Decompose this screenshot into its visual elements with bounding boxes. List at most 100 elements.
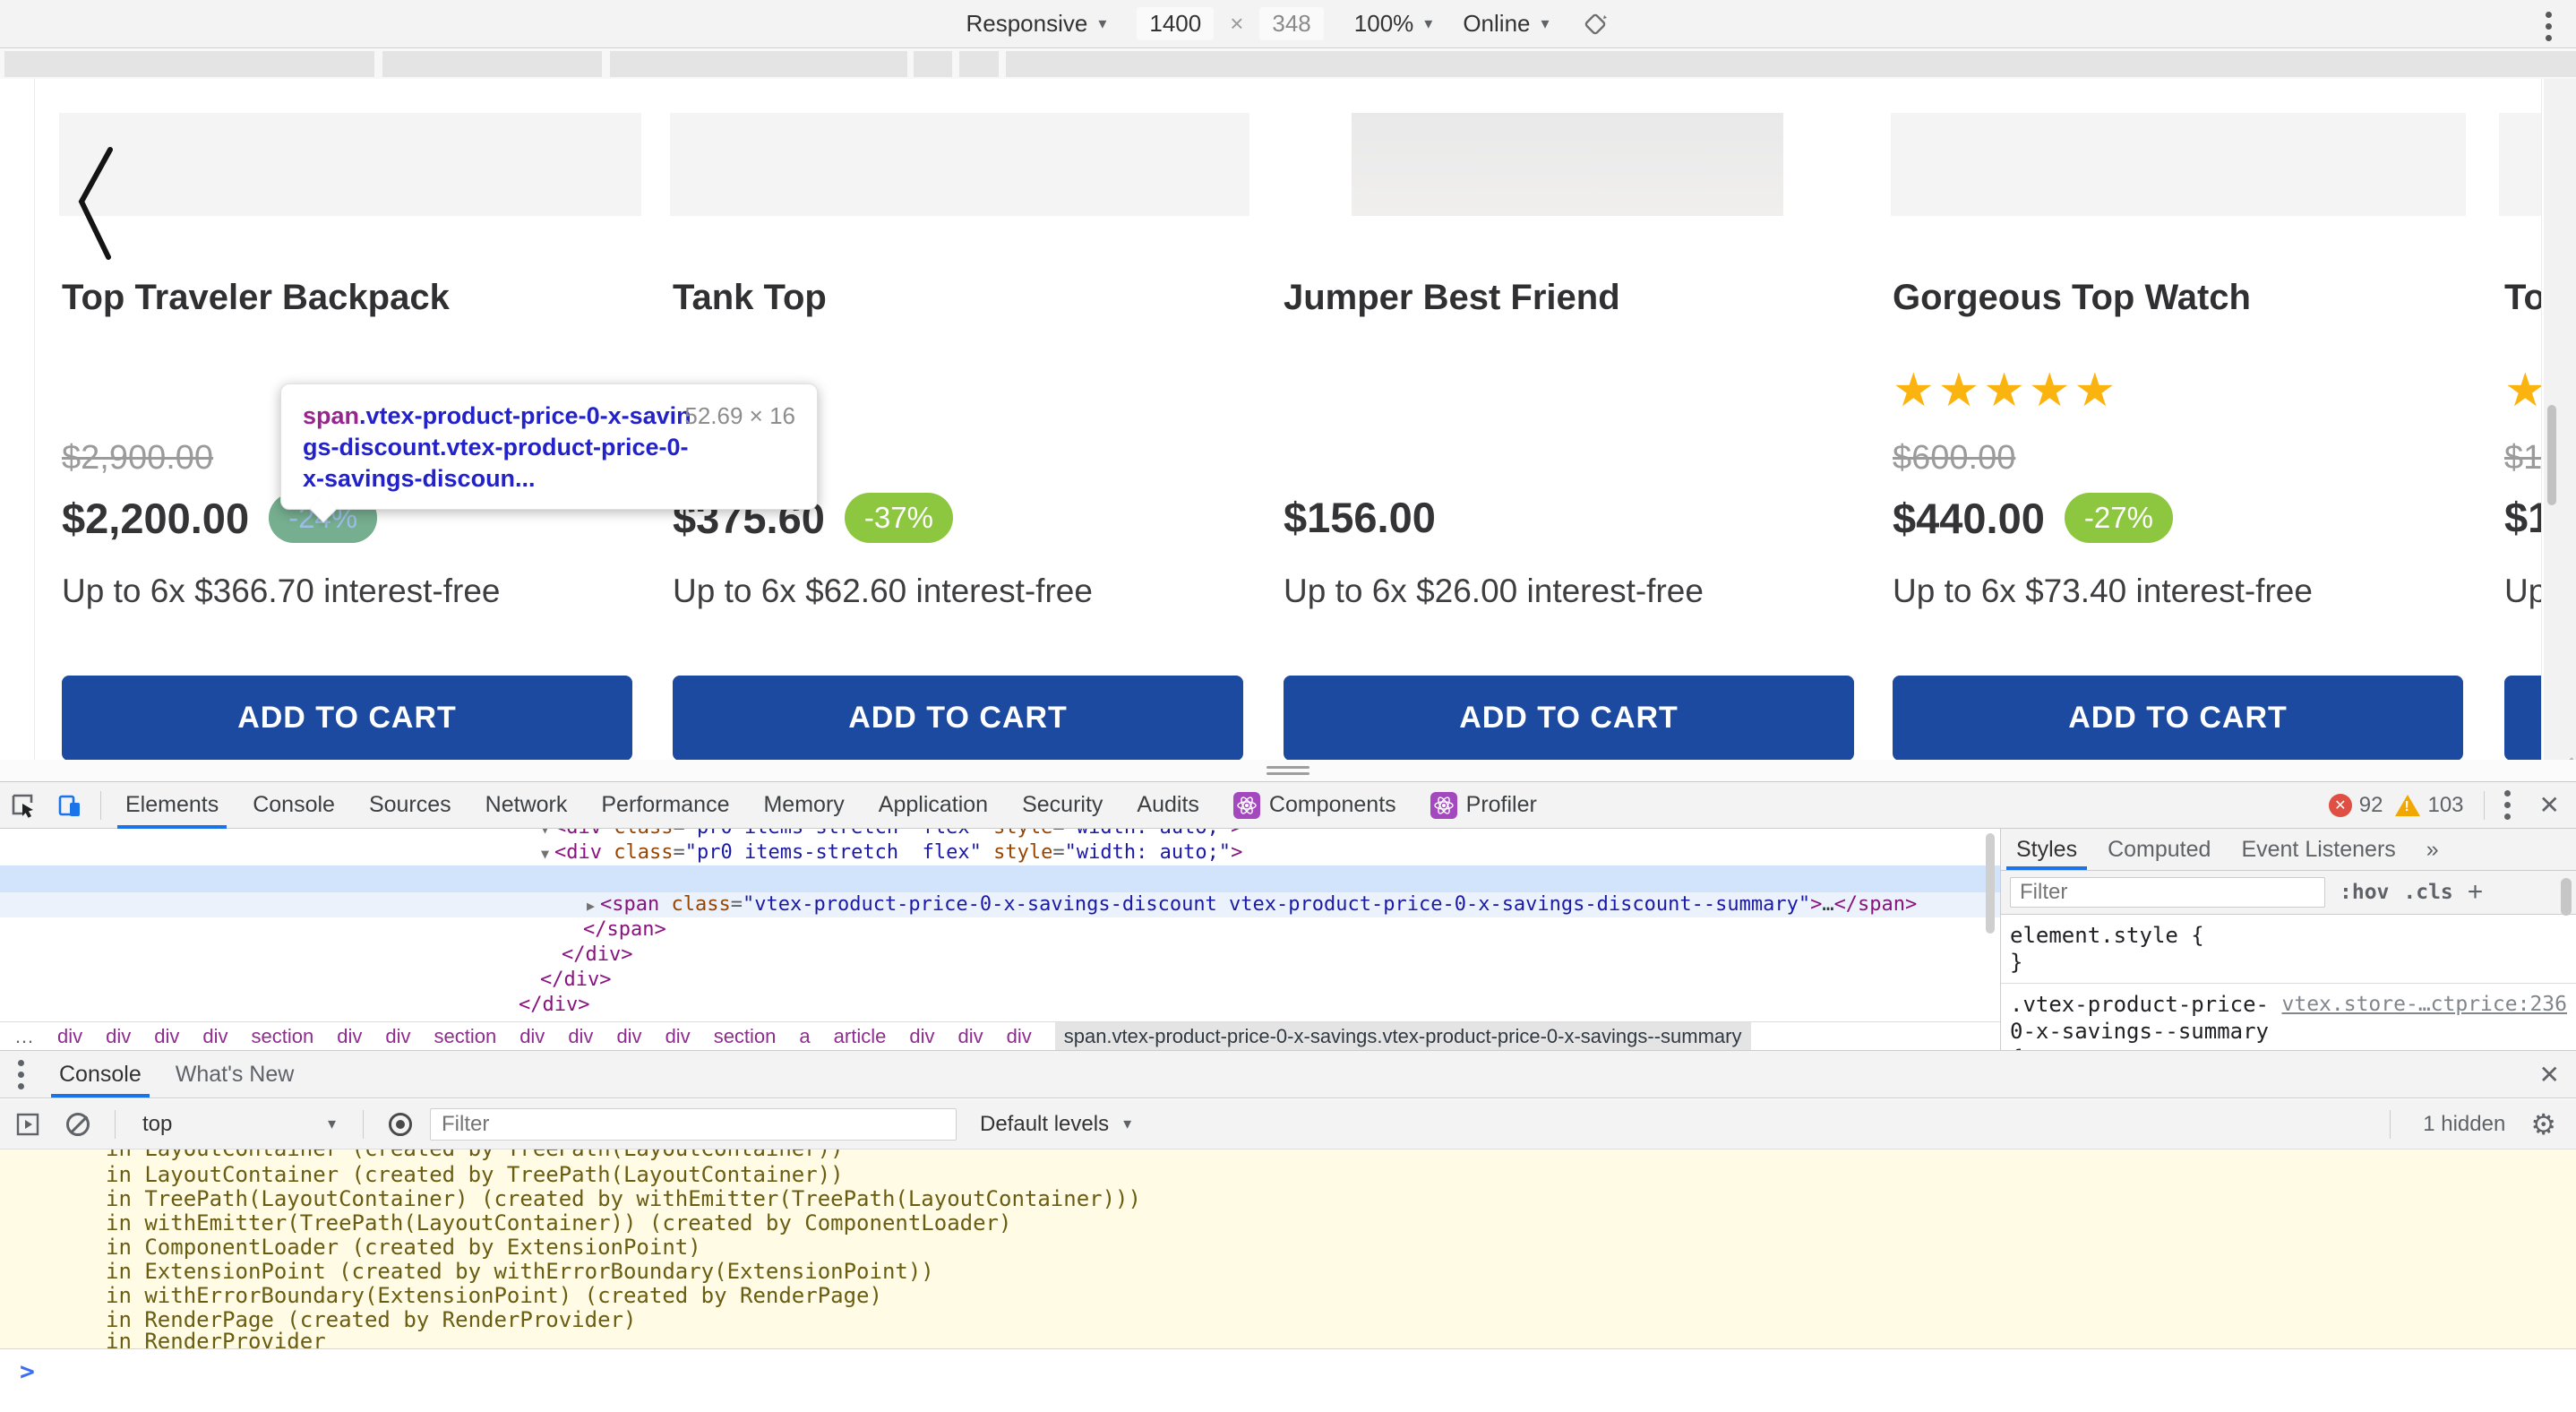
breadcrumb-item[interactable]: div bbox=[154, 1025, 179, 1048]
breadcrumb-item[interactable]: div bbox=[519, 1025, 545, 1048]
dom-node[interactable]: </div> bbox=[0, 993, 2000, 1018]
log-levels-dropdown[interactable]: Default levels ▾ bbox=[980, 1112, 1131, 1137]
live-expression-eye-icon[interactable] bbox=[380, 1104, 421, 1145]
devtools-menu-kebab-icon[interactable] bbox=[2504, 790, 2511, 820]
add-to-cart-button[interactable]: ADD TO CART bbox=[62, 676, 632, 760]
tab-audits[interactable]: Audits bbox=[1120, 782, 1215, 829]
device-mode-dropdown[interactable]: Responsive ▾ bbox=[966, 10, 1106, 38]
styles-scrollbar[interactable] bbox=[2561, 878, 2572, 916]
add-to-cart-button[interactable]: ADD TO CART bbox=[2504, 676, 2542, 760]
clear-console-icon[interactable] bbox=[57, 1104, 99, 1145]
breadcrumb-item[interactable]: div bbox=[337, 1025, 362, 1048]
tab-sources[interactable]: Sources bbox=[352, 782, 468, 829]
dom-node[interactable]: </div> bbox=[0, 943, 2000, 968]
console-filter-input[interactable] bbox=[430, 1108, 957, 1141]
tab-elements[interactable]: Elements bbox=[108, 782, 236, 829]
breadcrumb-item[interactable]: div bbox=[568, 1025, 593, 1048]
console-settings-gear-icon[interactable]: ⚙ bbox=[2530, 1107, 2556, 1141]
media-query-segment[interactable] bbox=[1006, 51, 2576, 77]
dom-node[interactable]: </span> bbox=[0, 917, 2000, 943]
error-count[interactable]: 92 bbox=[2359, 793, 2383, 818]
dom-node-hovered[interactable]: ▶<span class="vtex-product-price-0-x-sav… bbox=[0, 892, 2000, 917]
dom-node[interactable]: </div> bbox=[0, 968, 2000, 993]
tab-event-listeners[interactable]: Event Listeners bbox=[2226, 829, 2410, 870]
tab-performance[interactable]: Performance bbox=[584, 782, 746, 829]
hidden-messages-count[interactable]: 1 hidden bbox=[2423, 1112, 2505, 1137]
tab-computed[interactable]: Computed bbox=[2092, 829, 2226, 870]
breadcrumb-item[interactable]: div bbox=[202, 1025, 228, 1048]
breadcrumb-item[interactable]: div bbox=[909, 1025, 934, 1048]
tab-memory[interactable]: Memory bbox=[746, 782, 861, 829]
add-to-cart-button[interactable]: ADD TO CART bbox=[1893, 676, 2463, 760]
product-title[interactable]: Jumper Best Friend bbox=[1284, 278, 1620, 318]
breadcrumb-item[interactable]: div bbox=[106, 1025, 131, 1048]
viewport-scrollbar[interactable] bbox=[2547, 405, 2556, 505]
dom-node-clipped[interactable]: ▼<div class="pr0 items-stretch flex" sty… bbox=[0, 829, 2000, 840]
viewport-width-field[interactable]: 1400 bbox=[1137, 7, 1214, 40]
product-title[interactable]: To bbox=[2504, 278, 2542, 318]
toggle-device-toolbar-icon[interactable] bbox=[47, 782, 93, 829]
add-to-cart-button[interactable]: ADD TO CART bbox=[1284, 676, 1854, 760]
media-query-segment[interactable] bbox=[914, 51, 952, 77]
console-sidebar-toggle-icon[interactable] bbox=[7, 1104, 48, 1145]
breadcrumb-item[interactable]: div bbox=[665, 1025, 691, 1048]
css-rule[interactable]: .vtex-product-price- 0-x-savings--summar… bbox=[2001, 984, 2576, 1050]
drawer-tab-console[interactable]: Console bbox=[42, 1051, 159, 1098]
elements-scrollbar[interactable] bbox=[1986, 833, 1995, 934]
execution-context-dropdown[interactable]: top ▾ bbox=[132, 1112, 347, 1137]
console-warning-message[interactable]: in LayoutContainer (created by TreePath(… bbox=[0, 1149, 2576, 1349]
zoom-dropdown[interactable]: 100% ▾ bbox=[1354, 10, 1433, 38]
styles-filter-input[interactable] bbox=[2010, 877, 2325, 908]
media-query-segment[interactable] bbox=[4, 51, 374, 77]
devtools-close-icon[interactable]: ✕ bbox=[2523, 790, 2576, 820]
product-title[interactable]: Top Traveler Backpack bbox=[62, 278, 450, 318]
warning-icon[interactable]: ! bbox=[2395, 795, 2420, 816]
new-style-rule-icon[interactable]: + bbox=[2468, 877, 2484, 908]
warning-count[interactable]: 103 bbox=[2427, 793, 2463, 818]
breadcrumb-item[interactable]: section bbox=[434, 1025, 496, 1048]
breadcrumb-item[interactable]: section bbox=[252, 1025, 314, 1048]
breadcrumb-item[interactable]: div bbox=[385, 1025, 410, 1048]
breadcrumb-overflow-icon[interactable]: … bbox=[14, 1025, 34, 1048]
tab-application[interactable]: Application bbox=[862, 782, 1005, 829]
tab-profiler[interactable]: Profiler bbox=[1413, 782, 1554, 829]
rotate-viewport-icon[interactable] bbox=[1580, 9, 1610, 39]
error-icon[interactable]: ✕ bbox=[2329, 794, 2352, 817]
tab-styles[interactable]: Styles bbox=[2001, 829, 2092, 870]
inspect-element-icon[interactable] bbox=[0, 782, 47, 829]
dom-node[interactable]: ▼<div class="pr0 items-stretch flex" sty… bbox=[0, 840, 2000, 865]
media-query-segment[interactable] bbox=[382, 51, 602, 77]
viewport-height-field[interactable]: 348 bbox=[1259, 7, 1323, 40]
add-to-cart-button[interactable]: ADD TO CART bbox=[673, 676, 1243, 760]
devtools-splitter-handle[interactable] bbox=[0, 760, 2576, 781]
element-style-rule[interactable]: element.style { } bbox=[2001, 915, 2576, 984]
toggle-hover-state[interactable]: :hov bbox=[2340, 881, 2389, 904]
media-query-segment[interactable] bbox=[959, 51, 999, 77]
breadcrumb-item[interactable]: span.vtex-product-price-0-x-savings.vtex… bbox=[1055, 1022, 1751, 1051]
more-tabs-icon[interactable]: » bbox=[2411, 829, 2454, 870]
console-prompt[interactable]: > bbox=[0, 1349, 2576, 1412]
drawer-close-icon[interactable]: ✕ bbox=[2523, 1060, 2576, 1089]
css-source-link[interactable]: vtex.store-…ctprice:236 bbox=[2282, 991, 2568, 1018]
tab-security[interactable]: Security bbox=[1005, 782, 1120, 829]
throttling-dropdown[interactable]: Online ▾ bbox=[1463, 10, 1549, 38]
drawer-menu-kebab-icon[interactable] bbox=[18, 1060, 24, 1089]
breadcrumb-item[interactable]: div bbox=[57, 1025, 82, 1048]
device-toolbar-menu-kebab-icon[interactable] bbox=[2546, 12, 2552, 41]
drawer-tab-whats-new[interactable]: What's New bbox=[159, 1051, 312, 1098]
breadcrumb-item[interactable]: div bbox=[1007, 1025, 1032, 1048]
breadcrumb-item[interactable]: section bbox=[714, 1025, 777, 1048]
toggle-classes[interactable]: .cls bbox=[2403, 881, 2452, 904]
breadcrumb-item[interactable]: a bbox=[799, 1025, 810, 1048]
breadcrumb-item[interactable]: div bbox=[957, 1025, 983, 1048]
media-query-segment[interactable] bbox=[610, 51, 907, 77]
breadcrumb-item[interactable]: article bbox=[834, 1025, 887, 1048]
product-title[interactable]: Gorgeous Top Watch bbox=[1893, 278, 2251, 318]
dom-node-selected[interactable]: …▼<span class="vtex-product-price-0-x-sa… bbox=[0, 865, 2000, 892]
product-title[interactable]: Tank Top bbox=[673, 278, 827, 318]
tab-network[interactable]: Network bbox=[468, 782, 585, 829]
tab-console[interactable]: Console bbox=[236, 782, 352, 829]
tab-components[interactable]: Components bbox=[1216, 782, 1413, 829]
media-query-ruler[interactable] bbox=[0, 49, 2576, 79]
breadcrumb-item[interactable]: div bbox=[616, 1025, 641, 1048]
